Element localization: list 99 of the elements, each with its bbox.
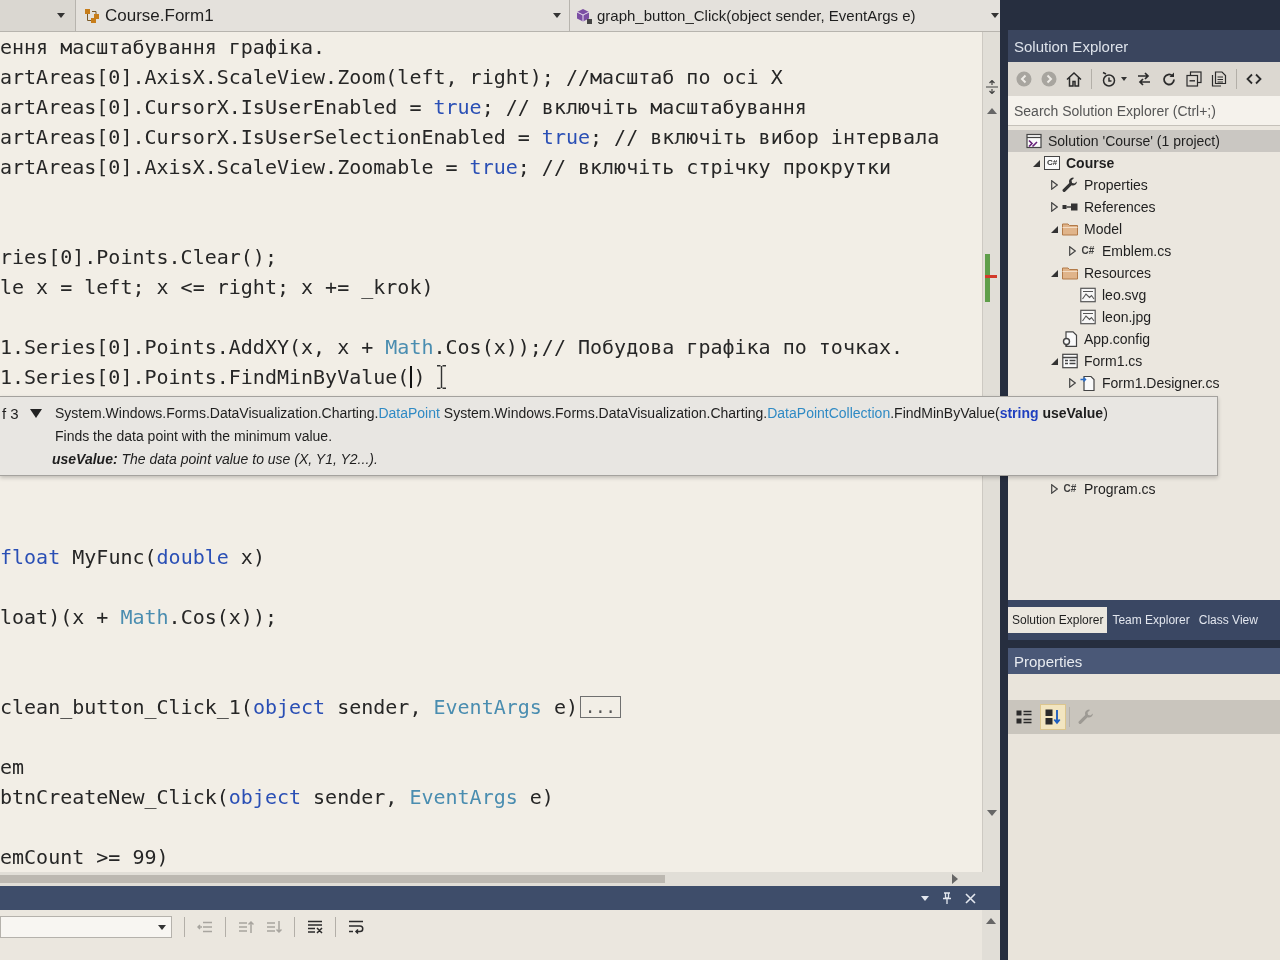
tree-item[interactable]: leon.jpg (1008, 306, 1280, 328)
code-text: artAreas[0].CursorX.IsUserSelectionEnabled = true; // включіть вибор інтервала (0, 125, 940, 149)
code-text: artAreas[0].AxisX.ScaleView.Zoom(left, right); //масштаб по осі X (0, 65, 783, 89)
csharp-file-icon: C# (1080, 244, 1096, 258)
expanded-arrow-icon[interactable] (1050, 225, 1058, 233)
tree-item[interactable]: Resources (1008, 262, 1280, 284)
scroll-up-icon[interactable] (986, 108, 997, 114)
collapsed-arrow-icon[interactable] (1050, 484, 1058, 494)
collapsed-arrow-icon[interactable] (1068, 378, 1076, 388)
text-cursor-icon (410, 366, 413, 388)
caret-icon[interactable] (1121, 77, 1127, 81)
code-text: clean_button_Click_1(object sender, EventArgs e) (0, 695, 578, 719)
tree-item[interactable]: References (1008, 196, 1280, 218)
solution-icon (1026, 133, 1042, 149)
collapse-all-icon[interactable] (1186, 71, 1202, 87)
folder-icon (1062, 221, 1078, 237)
tree-item[interactable]: Properties (1008, 174, 1280, 196)
panel-tab[interactable]: Solution Explorer (1008, 607, 1108, 633)
parameter-text: useValue: The data point value to use (X, Y1, Y2...). (52, 451, 378, 467)
panel-tab[interactable]: Class View (1194, 607, 1262, 633)
image-icon (1080, 287, 1096, 303)
code-text: em (0, 755, 25, 779)
pin-icon[interactable] (941, 892, 953, 904)
collapsed-code-button[interactable]: ... (580, 696, 621, 718)
documents-icon[interactable] (1211, 71, 1227, 87)
caret-icon (991, 13, 999, 18)
code-text: ) (413, 365, 426, 389)
code-text: ries[0].Points.Clear(); (0, 245, 277, 269)
code-text: 1.Series[0].Points.AddXY(x, x + Math.Cos(x));// Побудова графіка по точках. (0, 335, 904, 359)
expanded-arrow-icon[interactable] (1032, 159, 1040, 167)
code-text: artAreas[0].AxisX.ScaleView.Zoomable = true; // включіть стрічку прокрутки (0, 155, 892, 179)
vertical-scrollbar[interactable] (982, 910, 1000, 960)
categorized-icon (1016, 709, 1032, 725)
home-icon[interactable] (1066, 71, 1082, 87)
split-handle-icon[interactable] (985, 80, 998, 94)
code-text: float MyFunc(double x) (0, 545, 265, 569)
signature-text: System.Windows.Forms.DataVisualization.Charting.DataPoint System.Windows.Forms.DataVisualization.Charting.DataPointCollection.FindMinByValue(string useValue) (55, 405, 1108, 421)
tree-item[interactable]: leo.svg (1008, 284, 1280, 306)
tree-item[interactable]: C# Course (1008, 152, 1280, 174)
panel-title: Properties (1014, 652, 1083, 670)
search-field[interactable]: Search Solution Explorer (Ctrl+;) (1008, 96, 1280, 126)
alphabetical-button[interactable] (1040, 704, 1066, 730)
code-text: 1.Series[0].Points.FindMinByValue( (0, 365, 410, 389)
clock-icon[interactable] (1101, 71, 1117, 87)
clear-all-icon[interactable] (307, 919, 323, 935)
scroll-right-icon[interactable] (952, 874, 958, 884)
ibeam-pointer-icon (437, 365, 447, 389)
tree-item[interactable]: Model (1008, 218, 1280, 240)
close-icon[interactable] (965, 892, 976, 904)
tree-item[interactable]: Solution 'Course' (1 project) (1008, 130, 1280, 152)
overload-counter: f 3 (1, 404, 20, 422)
collapsed-arrow-icon[interactable] (1050, 180, 1058, 190)
folder-icon (1062, 265, 1078, 281)
scroll-up-icon[interactable] (986, 918, 996, 924)
tree-item[interactable]: App.config (1008, 328, 1280, 350)
code-text: le x = left; x <= right; x += _krok) (0, 275, 434, 299)
class-dropdown[interactable]: Course.Form1 (76, 0, 570, 31)
tree-item[interactable]: Form1.Designer.cs (1008, 372, 1280, 394)
horizontal-scrollbar[interactable] (0, 872, 1000, 886)
wrench-icon (1062, 177, 1078, 193)
caret-icon (57, 13, 65, 18)
panel-tab[interactable]: Team Explorer (1108, 607, 1194, 633)
code-icon[interactable] (1246, 71, 1262, 87)
method-icon (576, 7, 592, 24)
scroll-down-icon[interactable] (986, 810, 997, 816)
wrench-icon (1078, 709, 1094, 725)
dropdown-arrow-icon[interactable] (921, 895, 929, 901)
code-text: ення масштабування графіка. (0, 35, 326, 59)
expanded-arrow-icon[interactable] (1050, 269, 1058, 277)
collapsed-arrow-icon[interactable] (1068, 246, 1076, 256)
tree-item[interactable]: C# Emblem.cs (1008, 240, 1280, 262)
collapsed-arrow-icon[interactable] (1050, 202, 1058, 212)
document-icon (1062, 331, 1078, 347)
code-text: emCount >= 99) (0, 845, 169, 869)
down-triangle-icon[interactable] (30, 408, 42, 418)
sort-icon (1045, 709, 1061, 725)
image-icon (1080, 309, 1096, 325)
expanded-arrow-icon[interactable] (1050, 357, 1058, 365)
csharp-file-icon: C# (1062, 482, 1078, 496)
code-text: btnCreateNew_Click(object sender, EventArgs e) (0, 785, 554, 809)
class-icon (84, 7, 100, 24)
panel-title: Solution Explorer (1014, 37, 1129, 55)
sync-icon[interactable] (1136, 71, 1152, 87)
code-text: artAreas[0].CursorX.IsUserEnabled = true; // включіть масштабування (0, 95, 807, 119)
word-wrap-icon[interactable] (348, 919, 364, 935)
tree-item[interactable]: Form1.cs (1008, 350, 1280, 372)
window-icon (1062, 353, 1078, 369)
error-marker-icon (985, 275, 997, 278)
caret-icon (553, 13, 561, 18)
refresh-icon[interactable] (1161, 71, 1177, 87)
summary-text: Finds the data point with the minimum value. (55, 428, 333, 444)
scrollbar-thumb[interactable] (0, 875, 665, 883)
method-dropdown[interactable]: graph_button_Click(object sender, EventArgs e) (570, 0, 1000, 31)
code-text: loat)(x + Math.Cos(x)); (0, 605, 277, 629)
csharp-project-icon: C# (1044, 156, 1060, 170)
caret-icon (158, 924, 166, 930)
document-arrow-icon (1080, 375, 1096, 391)
change-marker-icon (985, 254, 990, 302)
tree-item[interactable]: C# Program.cs (1008, 478, 1280, 500)
